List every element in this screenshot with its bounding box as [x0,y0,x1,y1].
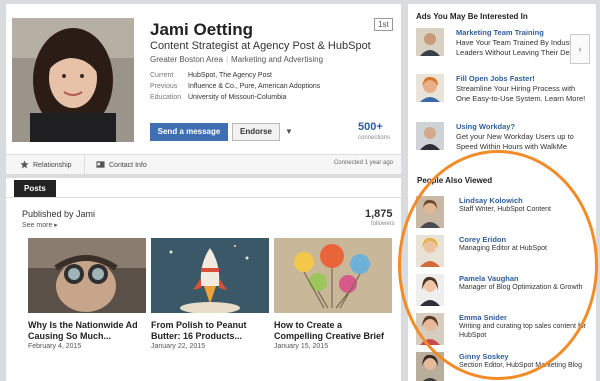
person-item[interactable]: Lindsay Kolowich Staff Writer, HubSpot C… [416,196,592,232]
see-more-link[interactable]: See more ▸ [22,221,58,229]
post-title[interactable]: How to Create a Compelling Creative Brie… [274,320,392,342]
tab-contact-label: Contact Info [109,162,147,169]
person-name[interactable]: Lindsay Kolowich [459,196,523,205]
ad-item[interactable]: Marketing Team Training Have Your Team T… [416,28,588,68]
send-message-button[interactable]: Send a message [150,123,228,141]
followers-count: 1,875 [365,208,393,220]
fact-previous: Previous Influence & Co., Pure, American … [150,81,320,92]
person-name[interactable]: Corey Eridon [459,235,506,244]
tab-relationship[interactable]: Relationship [20,160,72,171]
fact-education: Education University of Missouri-Columbia [150,92,320,103]
endorse-button[interactable]: Endorse [232,123,280,141]
person-title: Staff Writer, HubSpot Content [459,206,551,213]
right-sidebar: Ads You May Be Interested In Marketing T… [408,4,596,381]
profile-headline: Content Strategist at Agency Post & HubS… [150,40,371,52]
tab-contact-info[interactable]: Contact Info [96,160,147,171]
ad-image[interactable] [416,74,444,102]
post-item[interactable]: From Polish to Peanut Butter: 16 Product… [151,238,269,350]
person-title: Managing Editor at HubSpot [459,245,547,252]
fact-label: Previous [150,83,178,90]
fact-value[interactable]: University of Missouri-Columbia [188,92,286,103]
ad-body: Streamline Your Hiring Process with One … [456,84,586,103]
more-actions-caret-icon[interactable]: ▼ [285,127,293,136]
profile-location: Greater Boston Area | Marketing and Advert… [150,55,324,64]
profile-photo[interactable] [12,18,134,142]
connections-label: connections [358,135,391,141]
fact-label: Education [150,94,182,101]
person-title: Writing and curating top sales content f… [459,323,587,339]
person-item[interactable]: Pamela Vaughan Manager of Blog Optimizat… [416,274,592,310]
person-name[interactable]: Pamela Vaughan [459,274,519,283]
fact-value[interactable]: HubSpot, The Agency Post [188,70,272,81]
ads-heading: Ads You May Be Interested In [416,12,528,21]
followers-label: followers [371,221,395,227]
ad-item[interactable]: Fill Open Jobs Faster! Streamline Your H… [416,74,588,114]
ads-next-button[interactable]: › [570,34,590,64]
person-title: Section Editor, HubSpot Marketing Blog [459,362,582,369]
connections-count[interactable]: 500+ [358,121,383,133]
person-avatar[interactable] [416,313,444,345]
post-item[interactable]: Why Is the Nationwide Ad Causing So Much… [28,238,146,350]
tab-relationship-label: Relationship [33,162,72,169]
people-also-viewed-heading: People Also Viewed [417,176,493,185]
profile-tab-bar: Relationship Contact Info Connected 1 ye… [6,154,401,174]
tab-divider [84,155,85,174]
ad-body: Get your New Workday Users up to Speed W… [456,132,574,151]
post-item[interactable]: How to Create a Compelling Creative Brie… [274,238,392,350]
posts-tab[interactable]: Posts [14,180,56,197]
ad-title[interactable]: Marketing Team Training [456,28,544,37]
divider [6,197,401,198]
profile-name: Jami Oetting [150,20,253,39]
post-date: January 22, 2015 [151,343,206,350]
connected-since: Connected 1 year ago [333,160,393,166]
post-title[interactable]: From Polish to Peanut Butter: 16 Product… [151,320,269,342]
ad-title[interactable]: Using Workday? [456,122,515,131]
fact-current: Current HubSpot, The Agency Post [150,70,320,81]
person-name[interactable]: Emma Snider [459,313,507,322]
star-icon [20,160,29,171]
person-avatar[interactable] [416,196,444,228]
industry-text[interactable]: Marketing and Advertising [231,55,323,64]
ad-title[interactable]: Fill Open Jobs Faster! [456,74,535,83]
published-by: Published by Jami [22,209,96,219]
person-name[interactable]: Ginny Soskey [459,352,509,361]
post-thumbnail[interactable] [274,238,392,313]
post-title[interactable]: Why Is the Nationwide Ad Causing So Much… [28,320,146,342]
person-item[interactable]: Ginny Soskey Section Editor, HubSpot Mar… [416,352,592,381]
post-thumbnail[interactable] [28,238,146,313]
person-avatar[interactable] [416,235,444,267]
fact-value[interactable]: Influence & Co., Pure, American Adoption… [188,81,320,92]
post-thumbnail[interactable] [151,238,269,313]
profile-facts: Current HubSpot, The Agency Post Previous… [150,70,320,103]
posts-card: Posts Published by Jami See more ▸ 1,875… [6,178,401,381]
post-date: January 15, 2015 [274,343,329,350]
person-avatar[interactable] [416,274,444,306]
person-avatar[interactable] [416,352,444,381]
ad-item[interactable]: Using Workday? Get your New Workday User… [416,122,588,162]
connection-degree-badge: 1st [374,18,393,31]
person-item[interactable]: Corey Eridon Managing Editor at HubSpot [416,235,592,271]
profile-card: Jami Oetting 1st Content Strategist at A… [6,4,401,174]
post-date: February 4, 2015 [28,343,82,350]
location-text[interactable]: Greater Boston Area [150,55,223,64]
fact-label: Current [150,72,174,79]
ad-image[interactable] [416,122,444,150]
contact-card-icon [96,160,105,171]
person-item[interactable]: Emma Snider Writing and curating top sal… [416,313,592,349]
ad-image[interactable] [416,28,444,56]
person-title: Manager of Blog Optimization & Growth [459,284,583,291]
